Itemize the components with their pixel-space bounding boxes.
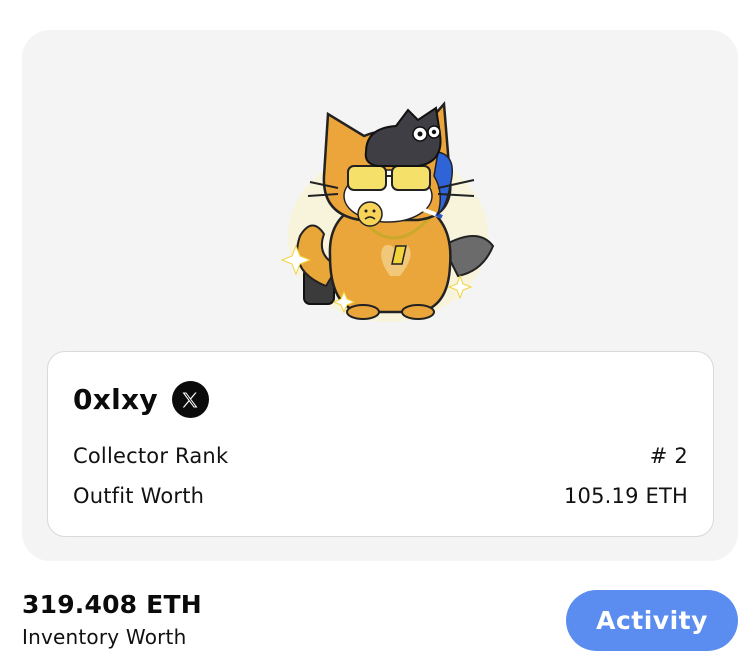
x-logo-icon[interactable] <box>171 381 209 418</box>
inventory-worth-value: 319.408 ETH <box>22 590 202 619</box>
outfit-worth-label: Outfit Worth <box>73 484 205 508</box>
activity-button[interactable]: Activity <box>566 590 738 651</box>
inventory-worth: 319.408 ETH Inventory Worth <box>22 590 202 649</box>
collector-rank-label: Collector Rank <box>73 444 229 468</box>
outfit-worth-value: 105.19 ETH <box>563 484 688 508</box>
profile-card: 0xlxy Collector Rank # 2 Outfit Worth 10… <box>22 30 738 561</box>
cat-avatar-icon <box>268 96 508 324</box>
username: 0xlxy <box>73 383 158 416</box>
collector-info-card: 0xlxy Collector Rank # 2 Outfit Worth 10… <box>47 351 714 537</box>
outfit-worth-row: Outfit Worth 105.19 ETH <box>73 484 688 508</box>
username-row: 0xlxy <box>73 381 209 418</box>
inventory-worth-label: Inventory Worth <box>22 625 187 649</box>
collector-rank-row: Collector Rank # 2 <box>73 444 688 468</box>
collector-rank-value: # 2 <box>649 444 688 468</box>
